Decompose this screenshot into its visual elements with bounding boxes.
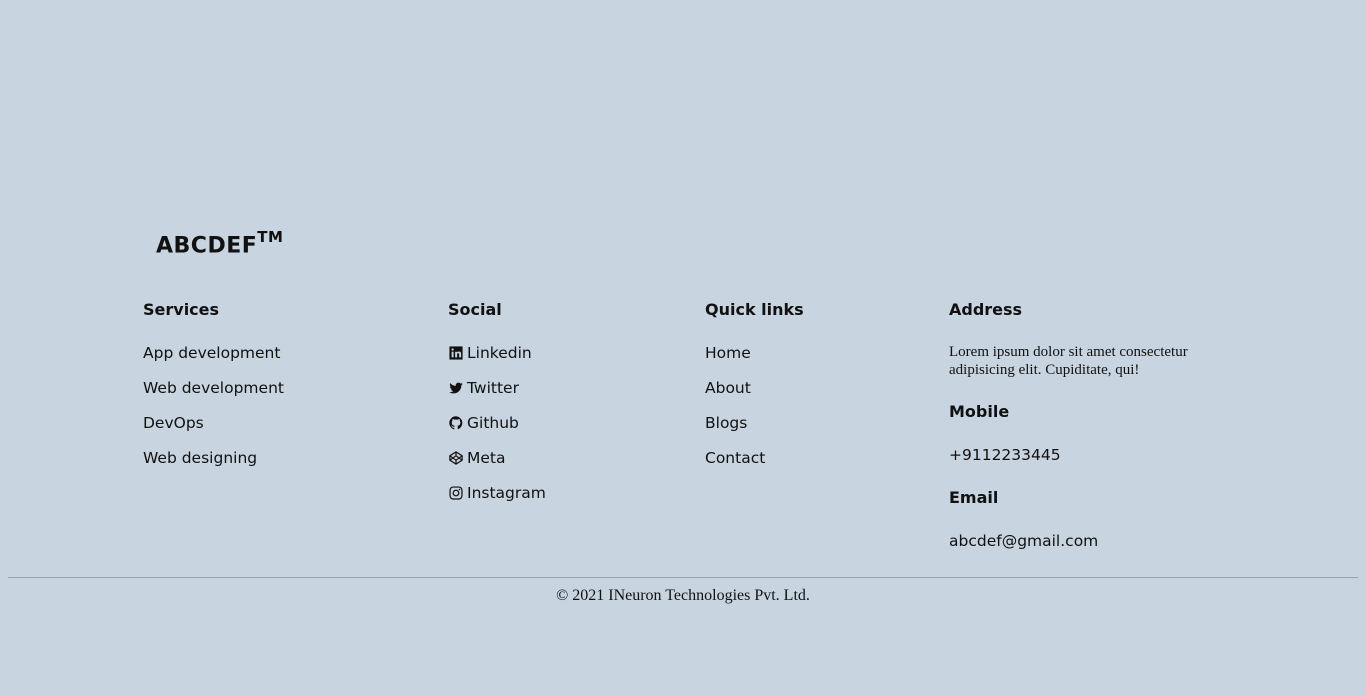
social-link-meta[interactable]: Meta — [448, 448, 546, 468]
services-item-label: App development — [143, 344, 281, 362]
quick-links-list: Home About Blogs Contact — [705, 343, 804, 468]
services-list: App development Web development DevOps W… — [143, 343, 284, 468]
email-address[interactable]: abcdef@gmail.com — [949, 531, 1249, 551]
social-link-label: Github — [467, 414, 519, 432]
social-link-instagram[interactable]: Instagram — [448, 483, 546, 503]
services-column: Services App development Web development… — [143, 300, 284, 483]
quick-link-label: Blogs — [705, 414, 748, 432]
social-link-github[interactable]: Github — [448, 413, 546, 433]
social-link-label: Instagram — [467, 484, 546, 502]
email-heading: Email — [949, 488, 999, 507]
social-column: Social Linkedin Twitter Github Meta Inst… — [448, 300, 546, 518]
footer-divider — [8, 577, 1358, 578]
brand-logo[interactable]: ABCDEFTM — [156, 224, 283, 261]
twitter-icon — [448, 381, 463, 396]
github-icon — [448, 416, 463, 431]
quick-link-home[interactable]: Home — [705, 343, 804, 363]
services-item-web-development[interactable]: Web development — [143, 378, 284, 398]
services-item-app-development[interactable]: App development — [143, 343, 284, 363]
services-item-label: DevOps — [143, 414, 204, 432]
quick-link-blogs[interactable]: Blogs — [705, 413, 804, 433]
brand-name: ABCDEF — [156, 233, 258, 259]
social-link-twitter[interactable]: Twitter — [448, 378, 546, 398]
address-column: Address Lorem ipsum dolor sit amet conse… — [949, 300, 1249, 574]
address-text: Lorem ipsum dolor sit amet consectetur a… — [949, 344, 1188, 378]
mobile-heading: Mobile — [949, 402, 1010, 421]
services-item-label: Web development — [143, 379, 284, 397]
quick-links-column: Quick links Home About Blogs Contact — [705, 300, 804, 483]
instagram-icon — [448, 486, 463, 501]
social-link-label: Meta — [467, 449, 506, 467]
services-heading: Services — [143, 300, 220, 319]
quick-links-heading: Quick links — [705, 300, 804, 319]
social-link-label: Twitter — [467, 379, 519, 397]
social-list: Linkedin Twitter Github Meta Instagram — [448, 343, 546, 503]
footer: ABCDEFTM Services App development Web de… — [0, 0, 1366, 695]
quick-link-contact[interactable]: Contact — [705, 448, 804, 468]
quick-link-label: Home — [705, 344, 751, 362]
services-item-label: Web designing — [143, 449, 258, 467]
quick-link-about[interactable]: About — [705, 378, 804, 398]
social-heading: Social — [448, 300, 502, 319]
quick-link-label: Contact — [705, 449, 766, 467]
address-heading: Address — [949, 300, 1023, 319]
social-link-linkedin[interactable]: Linkedin — [448, 343, 546, 363]
trademark-mark: TM — [257, 228, 284, 246]
quick-link-label: About — [705, 379, 751, 397]
codepen-icon — [448, 451, 463, 466]
services-item-devops[interactable]: DevOps — [143, 413, 284, 433]
social-link-label: Linkedin — [467, 344, 532, 362]
mobile-number[interactable]: +9112233445 — [949, 445, 1249, 465]
services-item-web-designing[interactable]: Web designing — [143, 448, 284, 468]
copyright-text: © 2021 INeuron Technologies Pvt. Ltd. — [556, 587, 810, 604]
linkedin-icon — [448, 346, 463, 361]
